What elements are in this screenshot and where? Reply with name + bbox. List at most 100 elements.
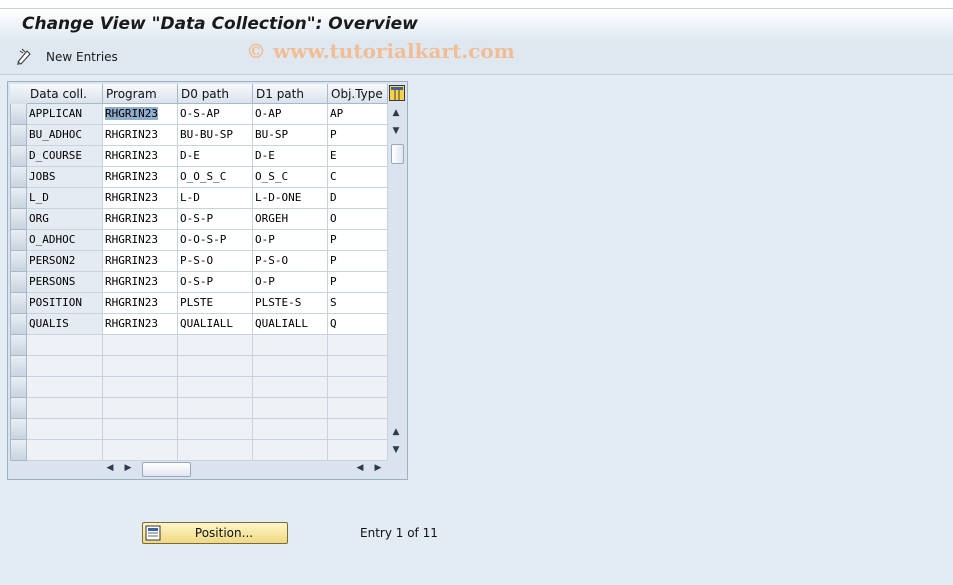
table-cell-d0-path[interactable]: O-S-P [178,272,253,293]
row-selector[interactable] [10,209,27,230]
table-cell-d1-path[interactable]: D-E [253,146,328,167]
row-selector[interactable] [10,356,27,377]
scroll-page-up-icon[interactable]: ▲ [390,426,402,438]
table-cell-d0-path[interactable]: O-S-P [178,209,253,230]
scroll-right-end-icon[interactable]: ▶ [372,462,384,474]
table-cell-obj-type[interactable]: O [328,209,388,230]
table-cell-program[interactable]: RHGRIN23 [103,125,178,146]
scroll-up-icon[interactable]: ▲ [390,107,402,119]
table-cell-obj-type[interactable]: AP [328,104,388,125]
table-cell-obj-type[interactable]: P [328,272,388,293]
table-cell-program[interactable]: RHGRIN23 [103,167,178,188]
table-cell-program[interactable]: RHGRIN23 [103,272,178,293]
table-cell-d0-path[interactable]: O-S-AP [178,104,253,125]
position-button[interactable]: Position... [142,522,288,544]
row-selector[interactable] [10,377,27,398]
row-selector[interactable] [10,188,27,209]
table-cell-obj-type[interactable]: E [328,146,388,167]
table-cell-d1-path[interactable]: ORGEH [253,209,328,230]
position-button-label: Position... [194,526,254,540]
table-cell-program[interactable]: RHGRIN23 [103,251,178,272]
vertical-scrollbar[interactable]: ▲ ▼ ▲ ▼ [388,104,405,459]
scroll-right-icon[interactable]: ▶ [122,462,134,474]
table-cell-d1-path[interactable]: O-P [253,230,328,251]
table-cell-data-coll: PERSON2 [27,251,103,272]
table-cell-d1-path[interactable]: BU-SP [253,125,328,146]
table-cell-obj-type[interactable]: C [328,167,388,188]
table-cell-data-coll: PERSONS [27,272,103,293]
table-cell-d0-path[interactable]: P-S-O [178,251,253,272]
table-cell-d0-path[interactable]: BU-BU-SP [178,125,253,146]
horizontal-scroll-thumb[interactable] [142,462,191,477]
table-cell-program [103,356,178,377]
row-selector[interactable] [10,335,27,356]
row-selector[interactable] [10,398,27,419]
row-selector[interactable] [10,125,27,146]
column-header-d1-path[interactable]: D1 path [253,84,328,104]
table-cell-d0-path[interactable]: O-O-S-P [178,230,253,251]
table-cell-program[interactable]: RHGRIN23 [103,104,178,125]
table-cell-obj-type[interactable]: Q [328,314,388,335]
table-cell-program[interactable]: RHGRIN23 [103,314,178,335]
row-selector[interactable] [10,104,27,125]
table-cell-d0-path [178,377,253,398]
vertical-scroll-thumb[interactable] [391,144,404,164]
row-selector[interactable] [10,314,27,335]
table-cell-obj-type [328,419,388,440]
table-cell-data-coll [27,335,103,356]
select-all-corner[interactable] [10,84,28,105]
selected-cell-text: RHGRIN23 [105,107,158,120]
row-selector[interactable] [10,146,27,167]
row-selector[interactable] [10,272,27,293]
new-entries-button[interactable]: New Entries [14,47,118,67]
table-cell-d1-path[interactable]: O-AP [253,104,328,125]
table-settings-icon[interactable] [389,85,405,101]
table-cell-d1-path [253,398,328,419]
table-cell-obj-type[interactable]: S [328,293,388,314]
scroll-down-icon[interactable]: ▼ [390,125,402,137]
table-cell-data-coll [27,419,103,440]
row-selector[interactable] [10,440,27,461]
row-selector[interactable] [10,251,27,272]
scroll-left-end-icon[interactable]: ◀ [354,462,366,474]
table-cell-d1-path[interactable]: O_S_C [253,167,328,188]
table-cell-d0-path[interactable]: QUALIALL [178,314,253,335]
table-cell-d1-path[interactable]: PLSTE-S [253,293,328,314]
table-cell-d0-path[interactable]: L-D [178,188,253,209]
row-selector[interactable] [10,293,27,314]
table-cell-program[interactable]: RHGRIN23 [103,230,178,251]
row-selector[interactable] [10,230,27,251]
table-cell-d1-path[interactable]: P-S-O [253,251,328,272]
table-cell-data-coll: QUALIS [27,314,103,335]
table-cell-d1-path[interactable]: O-P [253,272,328,293]
table-cell-data-coll [27,356,103,377]
table-cell-program[interactable]: RHGRIN23 [103,209,178,230]
column-header-obj-type[interactable]: Obj.Type [328,84,388,104]
watermark: © www.tutorialkart.com [246,39,515,63]
column-header-program[interactable]: Program [103,84,178,104]
table-cell-program[interactable]: RHGRIN23 [103,146,178,167]
table-cell-d1-path [253,377,328,398]
table-cell-data-coll: BU_ADHOC [27,125,103,146]
table-cell-obj-type[interactable]: P [328,230,388,251]
table-cell-d1-path[interactable]: L-D-ONE [253,188,328,209]
top-edge [0,0,953,9]
row-selector[interactable] [10,167,27,188]
scroll-page-down-icon[interactable]: ▼ [390,444,402,456]
table-cell-obj-type[interactable]: D [328,188,388,209]
table-cell-program [103,440,178,461]
table-cell-obj-type[interactable]: P [328,125,388,146]
column-header-d0-path[interactable]: D0 path [178,84,253,104]
table-cell-obj-type[interactable]: P [328,251,388,272]
table-cell-program[interactable]: RHGRIN23 [103,188,178,209]
table-cell-d0-path[interactable]: PLSTE [178,293,253,314]
table-cell-data-coll: ORG [27,209,103,230]
row-selector[interactable] [10,419,27,440]
table-cell-d0-path [178,335,253,356]
column-header-data-coll[interactable]: Data coll. [27,84,103,104]
table-cell-d1-path[interactable]: QUALIALL [253,314,328,335]
scroll-left-icon[interactable]: ◀ [104,462,116,474]
table-cell-program[interactable]: RHGRIN23 [103,293,178,314]
table-cell-d0-path[interactable]: O_O_S_C [178,167,253,188]
table-cell-d0-path[interactable]: D-E [178,146,253,167]
